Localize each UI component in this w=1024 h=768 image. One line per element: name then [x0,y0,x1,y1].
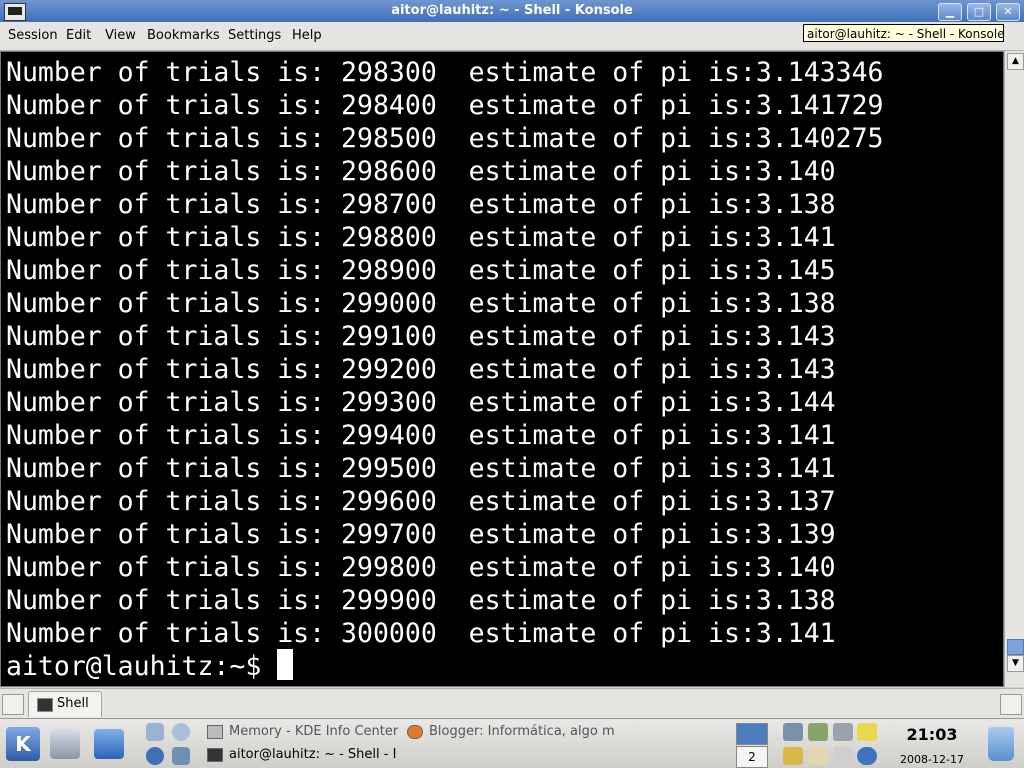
task-kde-info-center[interactable]: Memory - KDE Info Center [207,724,398,744]
terminal-line: Number of trials is: 298900 estimate of … [6,255,836,286]
trash-icon[interactable] [988,727,1014,761]
konsole-icon [207,747,223,762]
clipboard-icon[interactable] [833,723,853,741]
terminal-scrollbar[interactable]: ▲ ▼ [1004,51,1024,687]
browser-icon[interactable] [146,747,164,765]
scroll-down-button[interactable]: ▼ [1007,655,1024,672]
task-konsole[interactable]: aitor@lauhitz: ~ - Shell - I [207,747,396,767]
menu-view[interactable]: View [105,28,136,43]
desktop-icon[interactable] [94,729,124,759]
terminal-icon [37,698,53,712]
scroll-up-button[interactable]: ▲ [1007,53,1024,70]
text-cursor [277,649,293,680]
terminal-line: Number of trials is: 299500 estimate of … [6,453,836,484]
terminal-line: Number of trials is: 299100 estimate of … [6,321,836,352]
close-button[interactable]: ✕ [996,3,1020,21]
printer-icon[interactable] [833,747,853,765]
terminal-line: Number of trials is: 298500 estimate of … [6,123,884,154]
search-icon[interactable] [172,723,190,741]
minimize-button[interactable]: ▁ [938,3,962,21]
kmenu-button[interactable]: K [6,727,40,761]
session-tab-bar: Shell [0,688,1024,719]
task-blogger[interactable]: Blogger: Informática, algo m [407,724,615,744]
menu-edit[interactable]: Edit [66,28,91,43]
terminal-line: Number of trials is: 299200 estimate of … [6,354,836,385]
terminal-line: Number of trials is: 299800 estimate of … [6,552,836,583]
task-label: aitor@lauhitz: ~ - Shell - I [229,747,397,762]
menu-bookmarks[interactable]: Bookmarks [147,28,220,43]
terminal-line: Number of trials is: 299600 estimate of … [6,486,836,517]
home-icon[interactable] [146,723,164,741]
terminal-line: Number of trials is: 300000 estimate of … [6,618,836,649]
terminal-line: Number of trials is: 298300 estimate of … [6,57,884,88]
clock-time[interactable]: 21:03 [893,725,971,744]
terminal-line: Number of trials is: 298800 estimate of … [6,222,836,253]
terminal-line: Number of trials is: 299700 estimate of … [6,519,836,550]
notes-icon[interactable] [783,747,803,765]
menu-session[interactable]: Session [8,28,58,43]
maximize-button[interactable]: □ [967,3,991,21]
title-tooltip: aitor@lauhitz: ~ - Shell - Konsole [803,24,1005,42]
update-icon[interactable] [857,747,877,765]
menu-settings[interactable]: Settings [228,28,281,43]
close-session-button[interactable] [1000,694,1022,715]
volume-icon[interactable] [783,723,803,741]
desktop-2-button[interactable]: 2 [736,746,768,768]
network-manager-icon[interactable] [808,723,828,741]
scrollbar-thumb[interactable] [1007,639,1024,655]
tab-label: Shell [57,696,89,711]
terminal-line: Number of trials is: 299900 estimate of … [6,585,836,616]
terminal-line: Number of trials is: 298600 estimate of … [6,156,836,187]
firefox-icon [407,724,423,739]
kde-panel: K Memory - KDE Info Center Blogger: Info… [0,718,1024,768]
task-label: Blogger: Informática, algo m [429,724,615,739]
terminal-line: Number of trials is: 299000 estimate of … [6,288,836,319]
keyboard-icon[interactable] [808,747,828,765]
system-icon[interactable] [50,729,80,759]
new-session-button[interactable] [2,694,24,715]
terminal-output[interactable]: Number of trials is: 298300 estimate of … [0,51,1004,687]
network-icon[interactable] [172,747,190,765]
terminal-line: Number of trials is: 299300 estimate of … [6,387,836,418]
clock-date: 2008-12-17 [900,753,964,766]
terminal-line: Number of trials is: 298400 estimate of … [6,90,884,121]
desktop-1-button[interactable] [736,723,768,745]
shell-prompt: aitor@lauhitz:~$ [6,651,278,682]
task-label: Memory - KDE Info Center [229,724,399,739]
info-center-icon [207,724,223,739]
window-title: aitor@lauhitz: ~ - Shell - Konsole [391,3,633,18]
menu-help[interactable]: Help [292,28,322,43]
terminal-line: Number of trials is: 299400 estimate of … [6,420,836,451]
window-titlebar[interactable]: aitor@lauhitz: ~ - Shell - Konsole ▁ □ ✕ [0,0,1024,22]
tab-shell[interactable]: Shell [28,691,102,717]
warning-icon[interactable] [857,723,877,741]
terminal-line: Number of trials is: 298700 estimate of … [6,189,836,220]
